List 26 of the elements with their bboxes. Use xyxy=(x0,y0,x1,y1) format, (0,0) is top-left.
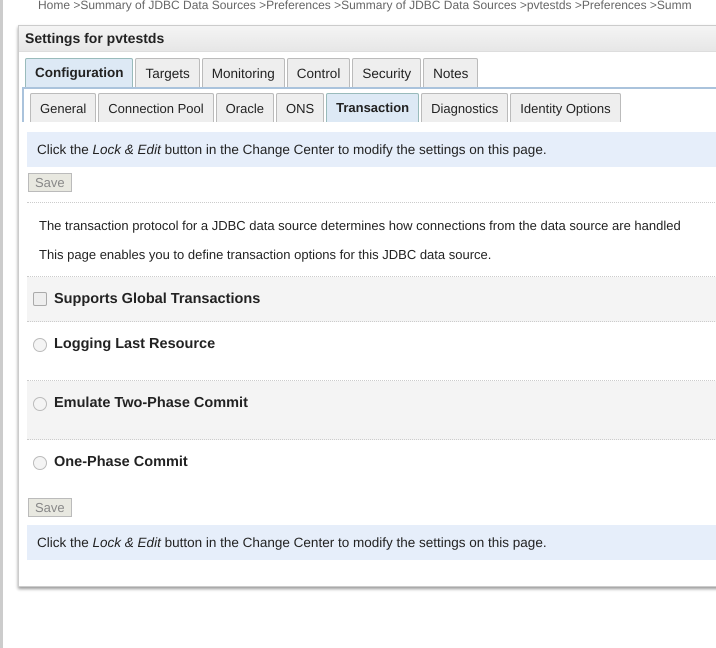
info-message: Click the Lock & Edit button in the Change Center to modify the settings on this page. xyxy=(27,132,716,167)
description-text: The transaction protocol for a JDBC data source determines how connections from the data source are handled xyxy=(39,218,682,233)
subtab[interactable]: Identity Options xyxy=(510,93,621,122)
subtab[interactable]: Oracle xyxy=(216,93,274,122)
radio-button[interactable] xyxy=(33,397,47,411)
subtab[interactable]: Transaction xyxy=(326,93,420,122)
tab[interactable]: Control xyxy=(286,58,350,87)
tab[interactable]: Monitoring xyxy=(202,58,285,87)
tab[interactable]: Targets xyxy=(135,58,200,87)
info-message: Click the Lock & Edit button in the Change Center to modify the settings on this page. xyxy=(27,525,716,560)
tab[interactable]: Configuration xyxy=(25,58,134,87)
subtab[interactable]: ONS xyxy=(276,93,324,122)
option-label: Emulate Two-Phase Commit xyxy=(54,395,248,411)
breadcrumb: Home >Summary of JDBC Data Sources >Preferences >Summary of JDBC Data Sources >pvtestds >Preferences >Summ xyxy=(37,0,693,14)
tab[interactable]: Notes xyxy=(423,58,478,87)
tab[interactable]: Security xyxy=(352,58,422,87)
option-label: Logging Last Resource xyxy=(54,336,216,352)
radio-button[interactable] xyxy=(33,456,47,470)
subtab[interactable]: Diagnostics xyxy=(421,93,508,122)
subtab[interactable]: General xyxy=(30,93,96,122)
panel-title: Settings for pvtestds xyxy=(19,26,716,52)
description-text: This page enables you to define transaction options for this JDBC data source. xyxy=(39,247,492,262)
subtab[interactable]: Connection Pool xyxy=(98,93,214,122)
radio-button[interactable] xyxy=(33,338,47,352)
option-label: One-Phase Commit xyxy=(54,454,188,470)
option-label: Supports Global Transactions xyxy=(54,291,260,307)
